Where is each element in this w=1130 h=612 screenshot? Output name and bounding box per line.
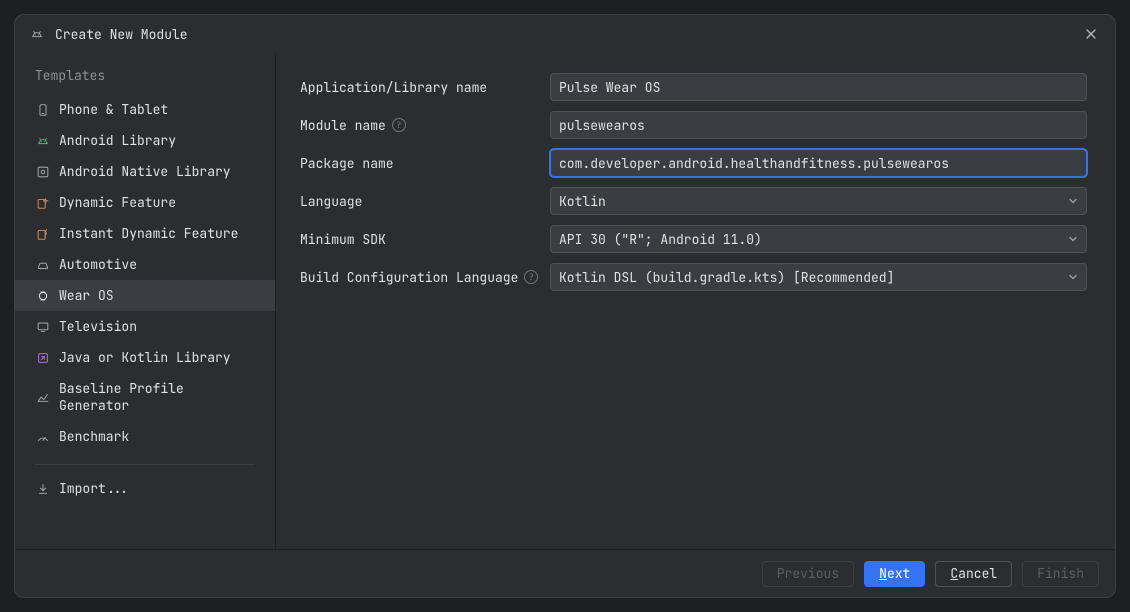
close-button[interactable] <box>1081 24 1101 44</box>
sidebar-item-label: Automotive <box>59 256 137 273</box>
import-icon <box>35 481 51 497</box>
sidebar-item-automotive[interactable]: Automotive <box>15 249 275 280</box>
sidebar-item-label: Dynamic Feature <box>59 194 176 211</box>
sidebar-item-android-library[interactable]: Android Library <box>15 125 275 156</box>
sidebar-heading: Templates <box>15 63 275 94</box>
label-package-name: Package name <box>300 155 540 172</box>
sidebar-item-dynamic-feature[interactable]: Dynamic Feature <box>15 187 275 218</box>
dynamic-feature-icon <box>35 195 51 211</box>
select-min-sdk[interactable]: API 30 ("R"; Android 11.0) <box>550 225 1087 253</box>
sidebar-item-label: Benchmark <box>59 428 129 445</box>
sidebar-item-wear-os[interactable]: Wear OS <box>15 280 275 311</box>
sidebar-item-label: Wear OS <box>59 287 114 304</box>
dialog-body: Templates Phone & Tablet <box>15 53 1115 549</box>
select-min-sdk-display: API 30 ("R"; Android 11.0) <box>550 225 1087 253</box>
sidebar-item-label: Android Library <box>59 132 176 149</box>
phone-tablet-icon <box>35 102 51 118</box>
create-module-dialog: Create New Module Templates Phone <box>14 14 1116 598</box>
input-app-name[interactable] <box>550 73 1087 101</box>
android-module-icon <box>29 26 45 42</box>
close-icon <box>1083 26 1099 42</box>
sidebar-item-import[interactable]: Import... <box>15 473 275 504</box>
label-language: Language <box>300 193 540 210</box>
finish-button: Finish <box>1022 561 1099 587</box>
titlebar: Create New Module <box>15 15 1115 53</box>
row-language: Language Kotlin <box>300 187 1087 215</box>
input-package-name[interactable] <box>550 149 1087 177</box>
sidebar-item-instant-dynamic-feature[interactable]: Instant Dynamic Feature <box>15 218 275 249</box>
android-icon <box>35 133 51 149</box>
sidebar-item-label: Television <box>59 318 137 335</box>
wear-os-icon <box>35 288 51 304</box>
label-build-cfg: Build Configuration Language ? <box>300 269 540 286</box>
help-icon[interactable]: ? <box>524 270 538 284</box>
benchmark-icon <box>35 429 51 445</box>
sidebar-item-label: Baseline Profile Generator <box>59 380 257 414</box>
cancel-button[interactable]: Cancel <box>935 561 1012 587</box>
baseline-profile-icon <box>35 389 51 405</box>
next-button[interactable]: Next <box>864 561 925 587</box>
sidebar-item-baseline-profile[interactable]: Baseline Profile Generator <box>15 373 275 421</box>
select-language-display: Kotlin <box>550 187 1087 215</box>
dialog-title: Create New Module <box>55 26 188 43</box>
select-build-cfg-display: Kotlin DSL (build.gradle.kts) [Recommend… <box>550 263 1087 291</box>
sidebar-item-benchmark[interactable]: Benchmark <box>15 421 275 452</box>
row-min-sdk: Minimum SDK API 30 ("R"; Android 11.0) <box>300 225 1087 253</box>
sidebar-item-label: Phone & Tablet <box>59 101 168 118</box>
sidebar-item-label: Instant Dynamic Feature <box>59 225 238 242</box>
sidebar-item-television[interactable]: Television <box>15 311 275 342</box>
input-module-name[interactable] <box>550 111 1087 139</box>
select-language[interactable]: Kotlin <box>550 187 1087 215</box>
titlebar-left: Create New Module <box>29 26 188 43</box>
automotive-icon <box>35 257 51 273</box>
television-icon <box>35 319 51 335</box>
sidebar-item-phone-tablet[interactable]: Phone & Tablet <box>15 94 275 125</box>
label-app-name: Application/Library name <box>300 79 540 96</box>
sidebar-item-android-native-library[interactable]: Android Native Library <box>15 156 275 187</box>
sidebar-item-label: Android Native Library <box>59 163 231 180</box>
dialog-footer: Previous Next Cancel Finish <box>15 549 1115 597</box>
row-build-cfg: Build Configuration Language ? Kotlin DS… <box>300 263 1087 291</box>
sidebar-item-label: Java or Kotlin Library <box>59 349 231 366</box>
row-app-name: Application/Library name <box>300 73 1087 101</box>
sidebar-separator <box>35 464 255 465</box>
select-build-cfg[interactable]: Kotlin DSL (build.gradle.kts) [Recommend… <box>550 263 1087 291</box>
help-icon[interactable]: ? <box>392 118 406 132</box>
library-share-icon <box>35 350 51 366</box>
instant-dynamic-feature-icon <box>35 226 51 242</box>
native-library-icon <box>35 164 51 180</box>
templates-sidebar: Templates Phone & Tablet <box>15 53 276 549</box>
row-module-name: Module name ? <box>300 111 1087 139</box>
previous-button: Previous <box>762 561 854 587</box>
form-panel: Application/Library name Module name ? P… <box>276 53 1115 549</box>
row-package-name: Package name <box>300 149 1087 177</box>
label-module-name: Module name ? <box>300 117 540 134</box>
sidebar-item-label: Import... <box>59 480 129 497</box>
label-min-sdk: Minimum SDK <box>300 231 540 248</box>
sidebar-item-java-kotlin-library[interactable]: Java or Kotlin Library <box>15 342 275 373</box>
